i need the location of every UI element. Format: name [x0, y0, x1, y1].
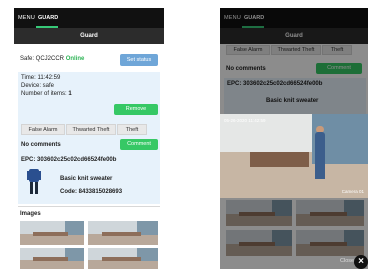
camera-thumbnail[interactable] [88, 221, 158, 245]
items-value: 1 [68, 91, 72, 97]
camera-thumbnail[interactable] [20, 221, 84, 245]
camera-thumbnail[interactable] [88, 248, 158, 269]
guard-screen: MENU GUARD Guard Safe: QCJ2CCR Online Se… [14, 8, 164, 269]
alarm-time: Time: 11:42:59 [21, 75, 61, 81]
guard-screen-video-preview: MENU GUARD Guard False Alarm Thwarted Th… [220, 8, 368, 269]
theft-button[interactable]: Theft [117, 124, 147, 135]
items-count: Number of items: 1 [21, 91, 72, 97]
close-icon[interactable]: × [354, 255, 368, 269]
alarm-device: Device: safe [21, 83, 55, 89]
epc-label: EPC: 303602c25c02cd66524fe00b [21, 157, 117, 163]
product-name: Basic knit sweater [60, 176, 113, 182]
divider [18, 206, 160, 207]
comments-text: No comments [21, 142, 61, 148]
safe-status: Online [65, 56, 85, 62]
set-status-button[interactable]: Set status [120, 54, 158, 66]
top-nav: MENU GUARD [14, 8, 164, 28]
remove-button[interactable]: Remove [114, 104, 158, 115]
product-code: Code: 8433815028693 [60, 189, 123, 195]
tab-guard[interactable]: GUARD [38, 15, 58, 21]
camera-thumbnail[interactable] [20, 248, 84, 269]
false-alarm-button[interactable]: False Alarm [21, 124, 65, 135]
video-timestamp: 05-26-2020 11:42:59 [224, 118, 266, 123]
items-label: Number of items: [21, 91, 67, 97]
page-title: Guard [14, 28, 164, 44]
thwarted-theft-button[interactable]: Thwarted Theft [66, 124, 116, 135]
images-heading: Images [20, 211, 41, 217]
tab-menu[interactable]: MENU [18, 15, 35, 21]
video-player[interactable]: 05-26-2020 11:42:59 Camera 01 [220, 114, 368, 198]
close-text[interactable]: Close [340, 258, 354, 264]
safe-info: Safe: QCJ2CCR Online [20, 56, 84, 62]
safe-label: Safe: QCJ2CCR [20, 56, 65, 62]
product-image [26, 167, 42, 197]
comment-button[interactable]: Comment [120, 139, 158, 150]
camera-label: Camera 01 [341, 189, 364, 194]
